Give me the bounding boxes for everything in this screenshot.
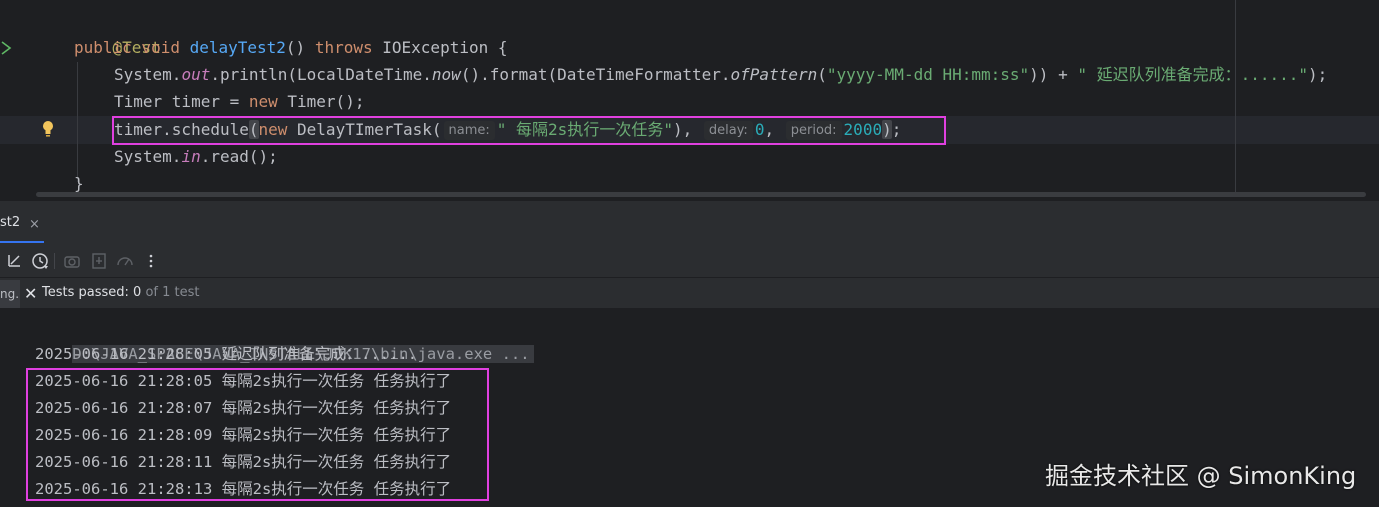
toolbar-separator (54, 253, 55, 269)
run-toolbar (0, 244, 1379, 278)
string-literal: " 延迟队列准备完成：......" (1077, 65, 1309, 84)
code-line-println[interactable]: System.out.println(LocalDateTime.now().f… (114, 61, 1327, 88)
history-icon[interactable] (30, 251, 50, 271)
tab-label: st2 (0, 215, 21, 230)
static-method: ofPattern (730, 65, 818, 84)
keyword: throws (314, 38, 383, 57)
code-line-annotation[interactable]: @Test (74, 7, 161, 57)
horizontal-scrollbar[interactable] (36, 192, 1366, 197)
code-text: Timer(); (287, 92, 365, 111)
gauge-icon[interactable] (115, 251, 135, 271)
status-suffix: of 1 test (141, 285, 200, 300)
tests-passed-status: Tests passed: 0 of 1 test (42, 284, 200, 302)
keyword: new (248, 92, 288, 111)
code-editor[interactable]: @Test public void delayTest2() throws IO… (0, 0, 1379, 197)
code-text: IOException { (382, 38, 508, 57)
keyword: public void (74, 38, 190, 57)
code-text: System. (114, 65, 182, 84)
right-margin-guide (1235, 0, 1236, 196)
code-text: )) + (1029, 65, 1078, 84)
close-icon[interactable]: × (29, 217, 40, 232)
collapse-icon[interactable] (4, 251, 24, 271)
code-text: } (74, 174, 84, 193)
lightbulb-icon[interactable] (41, 120, 55, 138)
more-vertical-icon[interactable] (141, 251, 161, 271)
code-text: ().format(DateTimeFormatter. (460, 65, 731, 84)
code-text: () (285, 38, 315, 57)
code-text: .read(); (200, 147, 278, 166)
run-gutter-icon[interactable] (0, 38, 14, 58)
code-text: ); (1308, 65, 1328, 84)
static-method: now (431, 65, 461, 84)
import-icon[interactable] (89, 251, 109, 271)
code-line-method-signature[interactable]: public void delayTest2() throws IOExcept… (74, 34, 508, 61)
watermark: 掘金技术社区 @ SimonKing (1045, 462, 1357, 490)
code-line-timer[interactable]: Timer timer = new Timer(); (114, 88, 364, 115)
method-name: delayTest2 (189, 38, 286, 57)
console-command-line[interactable]: D:\JAVA_SPACE\JAVA_INSTALL\JDK17\bin\jav… (35, 314, 534, 363)
camera-icon[interactable] (62, 251, 82, 271)
static-field: in (181, 147, 201, 166)
run-tool-window-header: st2 × (0, 200, 1379, 244)
status-prefix: Tests passed: (42, 285, 134, 300)
test-tree-label: ng. (0, 287, 20, 301)
highlight-box-console (26, 368, 489, 501)
console-line: 2025-06-16 21:28:05 延迟队列准备完成：...... (35, 345, 418, 363)
code-text: Timer timer = (114, 92, 249, 111)
code-line-read[interactable]: System.in.read(); (114, 143, 278, 170)
active-tab-indicator (0, 241, 44, 243)
static-field: out (181, 65, 211, 84)
test-tree-node[interactable]: ng. (0, 280, 20, 308)
tab-run-config[interactable]: st2 (0, 211, 20, 235)
code-text: ( (817, 65, 827, 84)
code-text: .println(LocalDateTime. (210, 65, 432, 84)
test-status-bar (0, 278, 1379, 308)
string-literal: "yyyy-MM-dd HH:mm:ss" (826, 65, 1030, 84)
code-text: System. (114, 147, 182, 166)
close-icon: ✕ (24, 284, 38, 303)
highlight-box-schedule (112, 116, 946, 145)
